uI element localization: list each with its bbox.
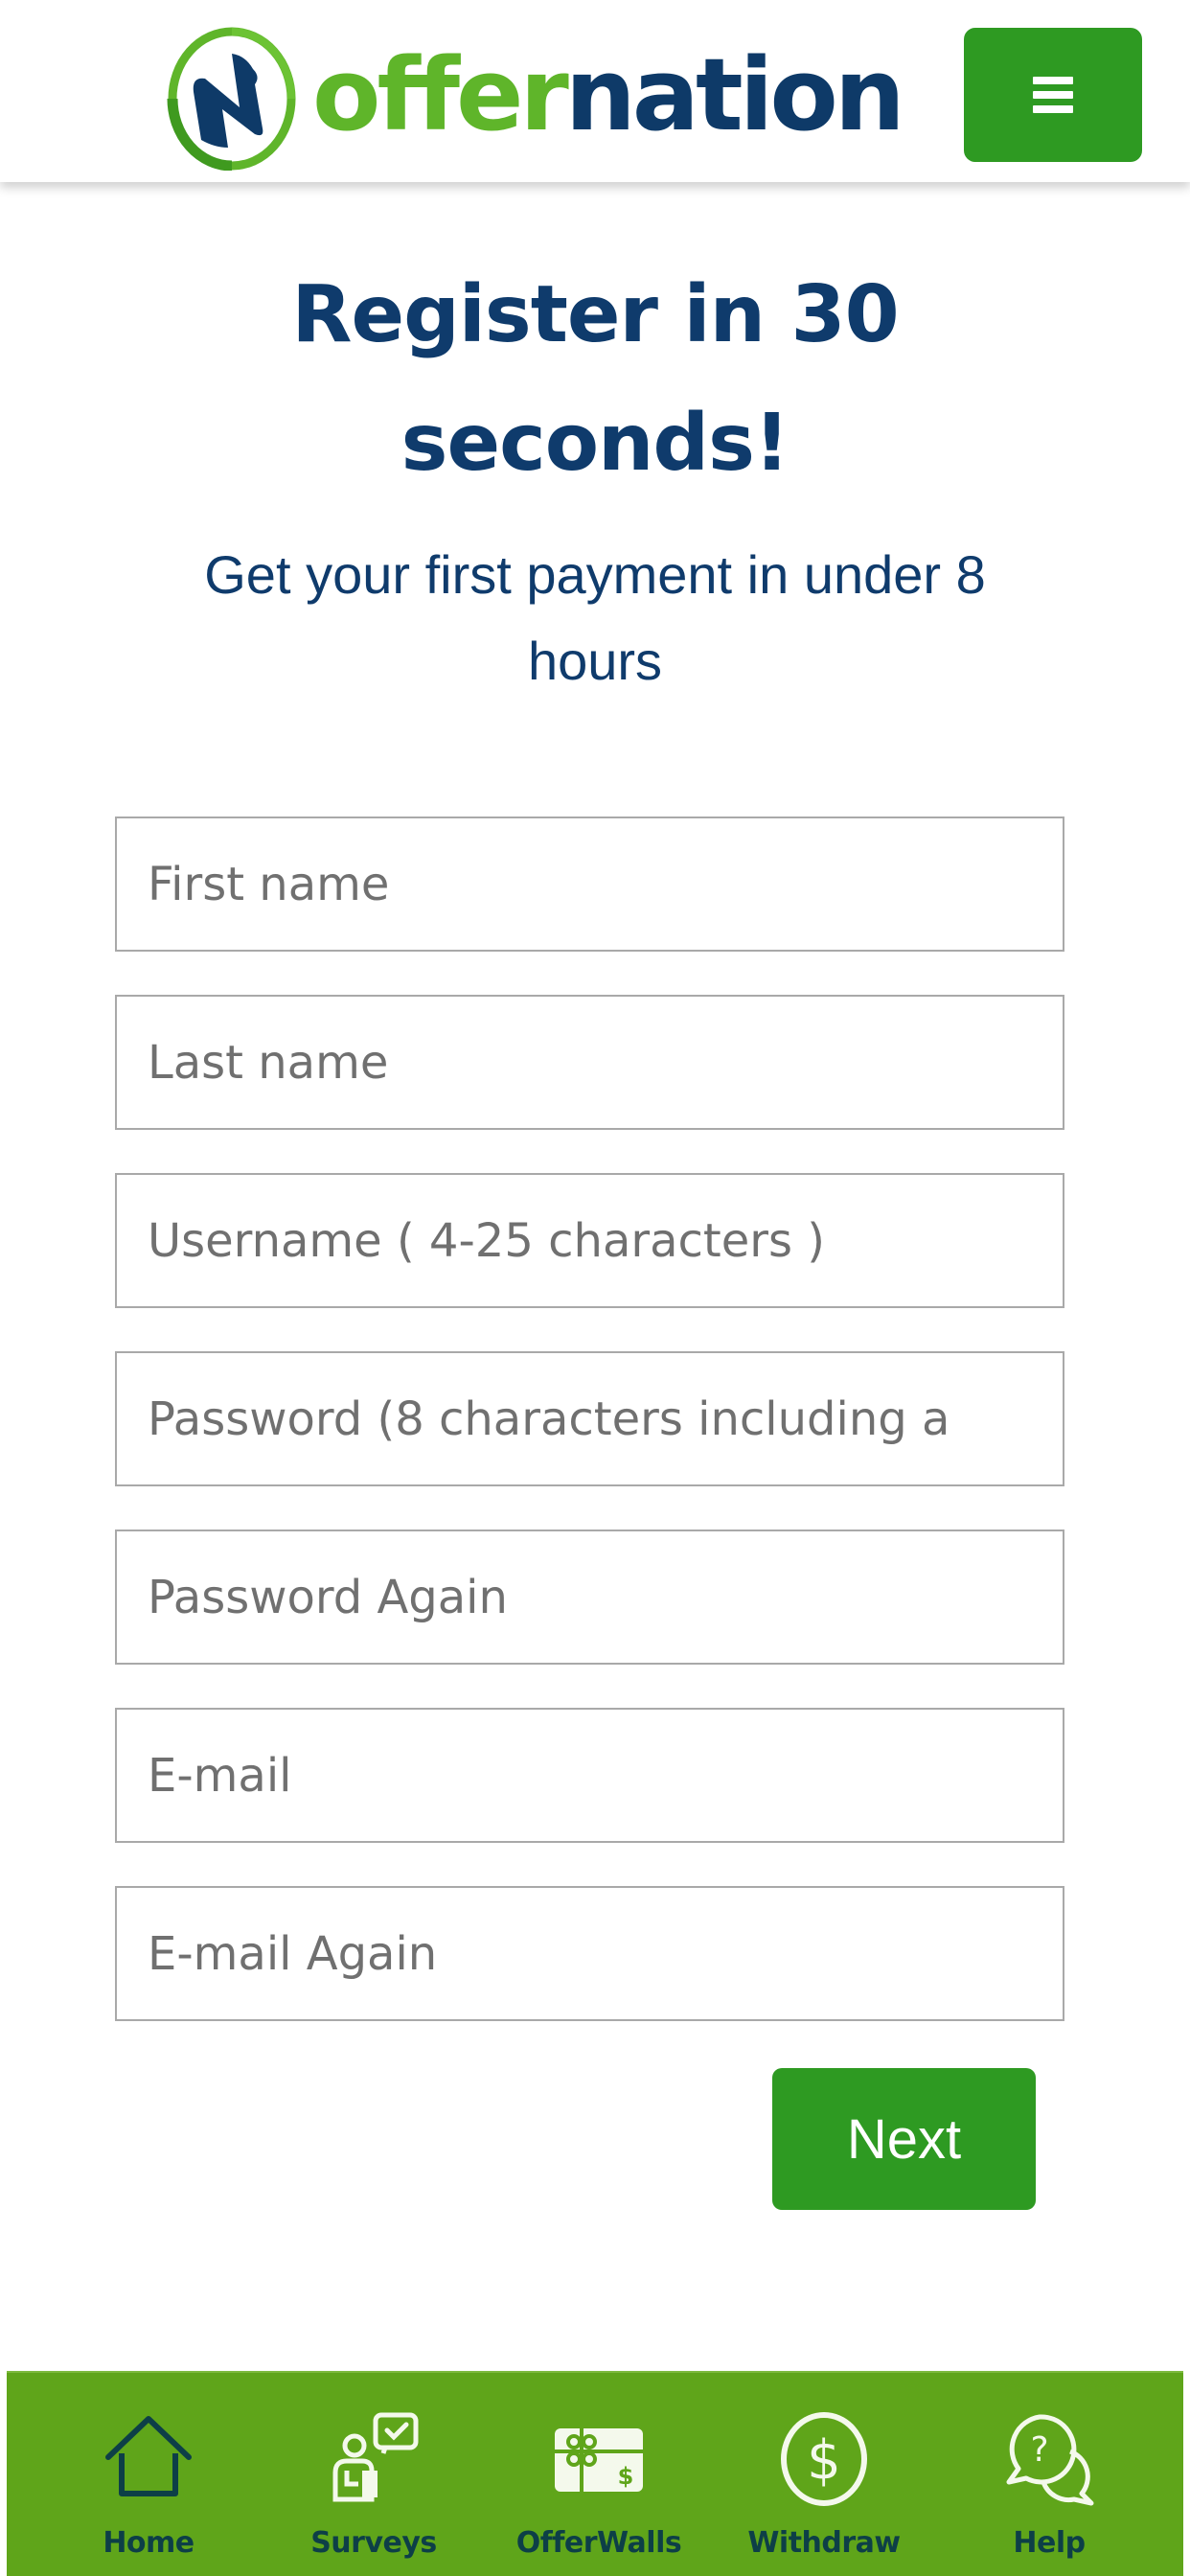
first-name-input[interactable] bbox=[115, 816, 1064, 952]
page-title: Register in 30 seconds! bbox=[0, 251, 1190, 508]
last-name-input[interactable] bbox=[115, 995, 1064, 1130]
nav-label-offerwalls: OfferWalls bbox=[515, 2526, 682, 2560]
nav-label-help: Help bbox=[1013, 2526, 1086, 2560]
nav-item-withdraw[interactable]: $ Withdraw bbox=[728, 2373, 920, 2576]
home-icon bbox=[105, 2416, 192, 2496]
page-title-line-1: Register in 30 bbox=[291, 269, 899, 360]
nav-item-offerwalls[interactable]: $ OfferWalls bbox=[503, 2373, 695, 2576]
help-chat-icon: ? bbox=[1006, 2414, 1094, 2506]
next-button[interactable]: Next bbox=[772, 2068, 1036, 2210]
nav-label-home: Home bbox=[103, 2526, 195, 2560]
registration-form bbox=[115, 816, 1064, 2064]
survey-person-icon bbox=[332, 2412, 419, 2502]
offernation-logo[interactable]: offernation bbox=[165, 27, 905, 171]
brand-name-nation: nation bbox=[564, 36, 905, 153]
bottom-nav: Home Surveys $ OfferWalls $ Withdraw ? H… bbox=[7, 2371, 1183, 2576]
password-again-input[interactable] bbox=[115, 1530, 1064, 1665]
offernation-logo-icon bbox=[167, 27, 296, 171]
email-input[interactable] bbox=[115, 1708, 1064, 1843]
dollar-coin-icon: $ bbox=[781, 2412, 867, 2506]
nav-item-surveys[interactable]: Surveys bbox=[278, 2373, 469, 2576]
email-again-input[interactable] bbox=[115, 1886, 1064, 2021]
nav-item-home[interactable]: Home bbox=[53, 2373, 244, 2576]
menu-button[interactable] bbox=[964, 28, 1142, 162]
password-input[interactable] bbox=[115, 1351, 1064, 1486]
nav-item-help[interactable]: ? Help bbox=[953, 2373, 1145, 2576]
username-input[interactable] bbox=[115, 1173, 1064, 1308]
svg-text:$: $ bbox=[807, 2429, 841, 2492]
hamburger-menu-icon bbox=[1033, 77, 1073, 113]
site-header: offernation bbox=[0, 0, 1190, 182]
page-subtitle-line-2: hours bbox=[527, 631, 663, 691]
brand-name-offer: offer bbox=[312, 36, 569, 153]
nav-label-withdraw: Withdraw bbox=[747, 2526, 901, 2560]
gift-card-icon: $ bbox=[555, 2428, 643, 2492]
page-title-line-2: seconds! bbox=[400, 398, 790, 489]
page-subtitle-line-1: Get your first payment in under 8 bbox=[204, 544, 986, 605]
page-subtitle: Get your first payment in under 8 hours bbox=[0, 532, 1190, 704]
svg-text:$: $ bbox=[618, 2463, 634, 2490]
svg-text:?: ? bbox=[1030, 2430, 1048, 2470]
nav-label-surveys: Surveys bbox=[310, 2526, 437, 2560]
brand-name: offernation bbox=[312, 45, 905, 145]
